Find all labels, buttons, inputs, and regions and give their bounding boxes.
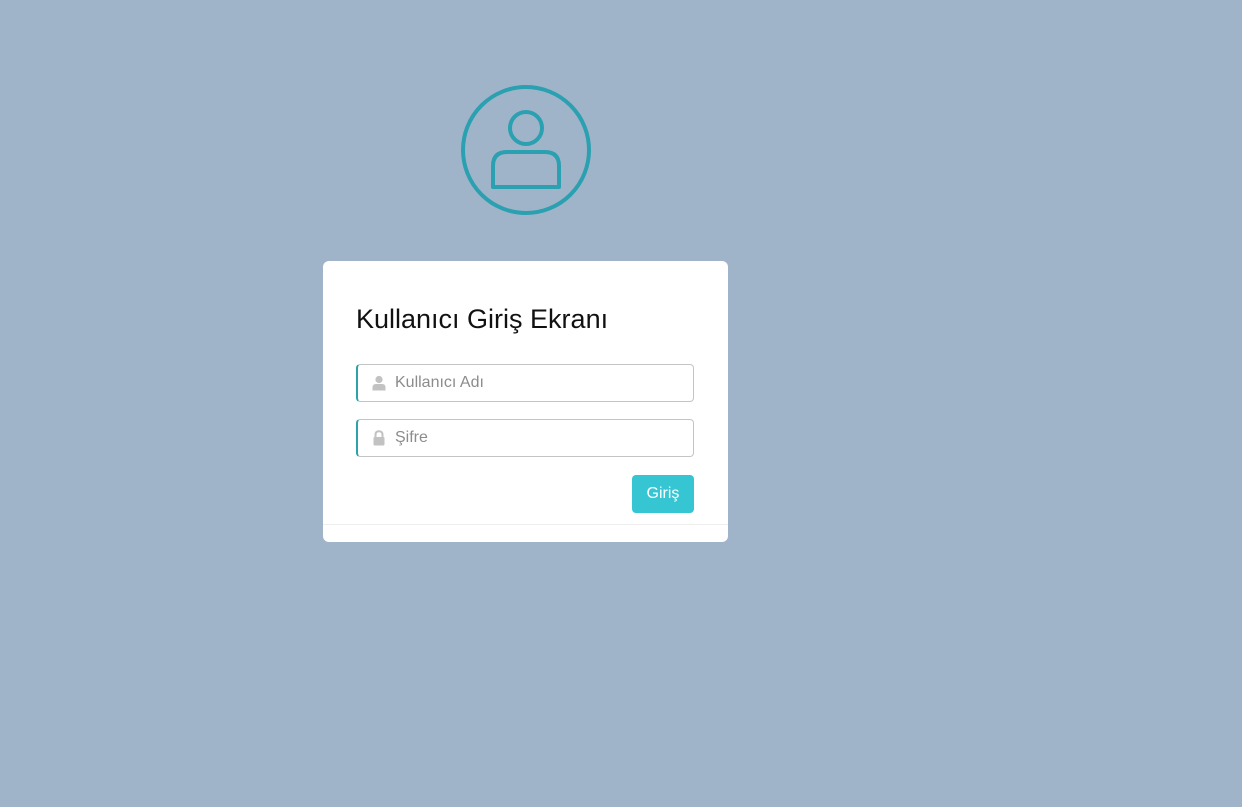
login-title: Kullanıcı Giriş Ekranı xyxy=(356,304,609,334)
user-circle-icon xyxy=(458,84,594,216)
login-card: Kullanıcı Giriş Ekranı Giriş xyxy=(323,261,728,542)
card-divider xyxy=(323,524,728,525)
password-field[interactable] xyxy=(356,419,694,457)
lock-icon xyxy=(371,430,387,446)
username-input[interactable] xyxy=(395,365,685,401)
login-button[interactable]: Giriş xyxy=(632,475,694,513)
password-input[interactable] xyxy=(395,420,685,456)
user-icon xyxy=(371,375,387,391)
username-field[interactable] xyxy=(356,364,694,402)
